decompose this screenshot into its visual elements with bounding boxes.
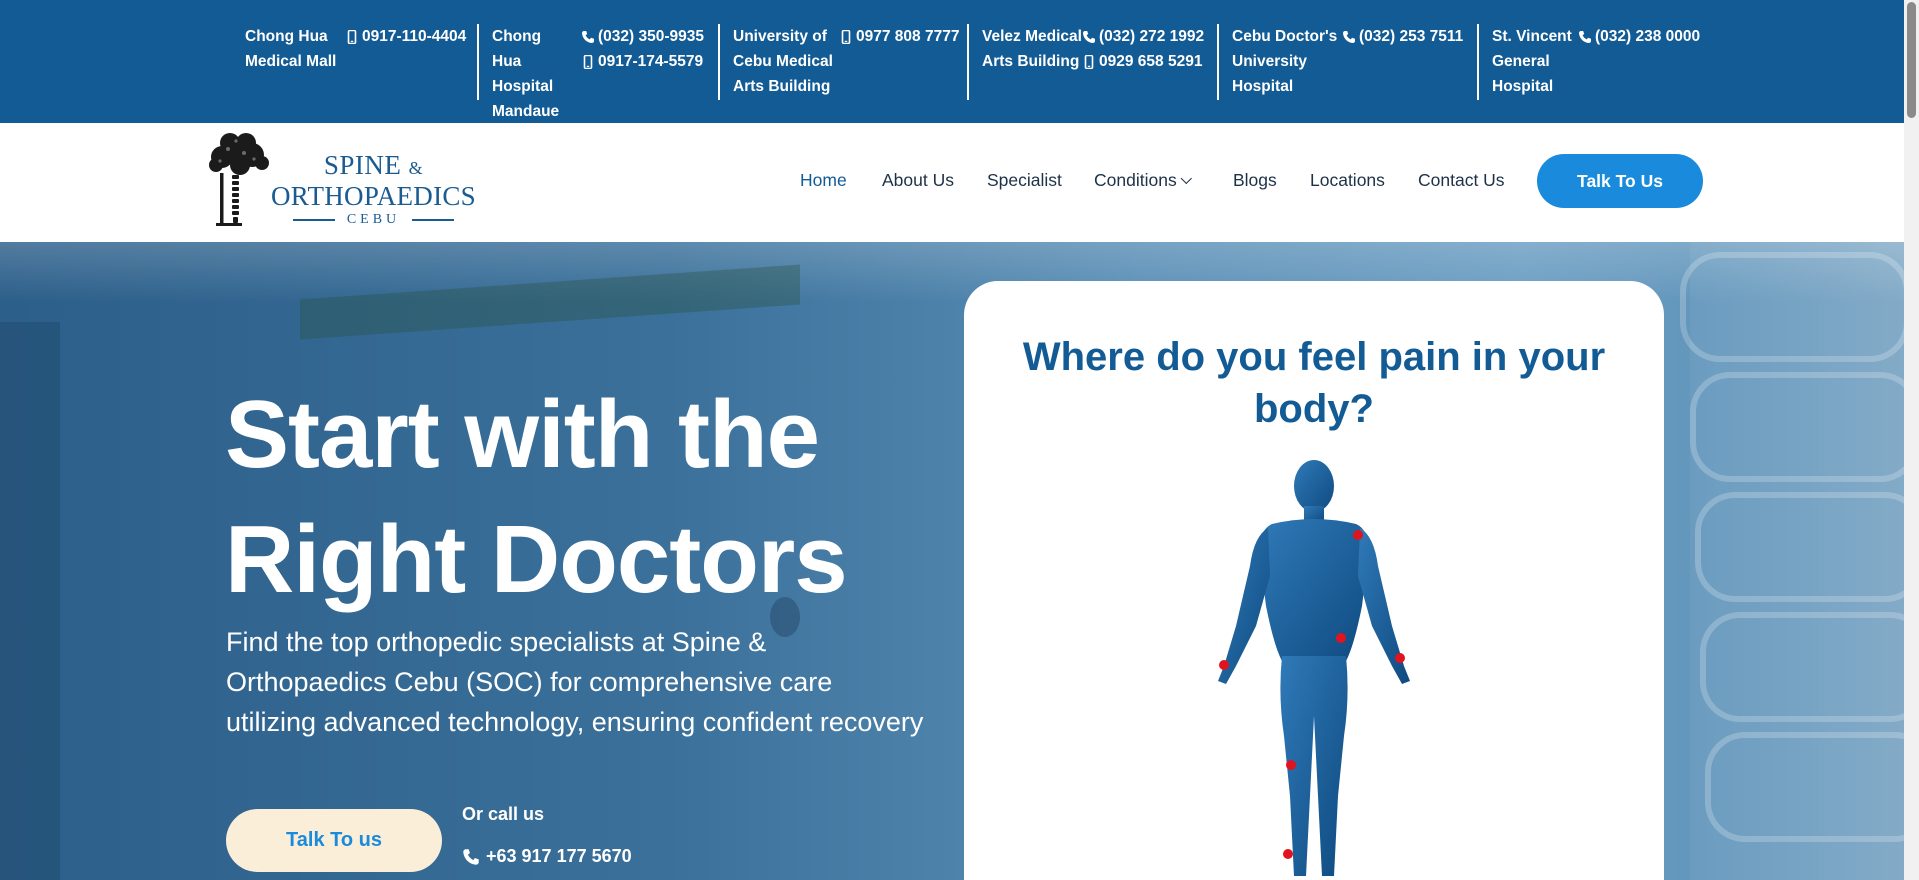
logo-wordmark: SPINE & ORTHOPAEDICS CEBU (270, 150, 477, 227)
location-phone[interactable]: 0929 658 5291 (1082, 49, 1204, 74)
mobile-icon (347, 29, 357, 44)
top-location-bar: Chong Hua Medical Mall 0917-110-4404 Cho… (0, 0, 1904, 123)
location-phone[interactable]: 0977 808 7777 (839, 24, 959, 49)
location-divider (1217, 24, 1219, 100)
hero-phone-link[interactable]: +63 917 177 5670 (462, 846, 632, 867)
site-header: SPINE & ORTHOPAEDICS CEBU Home About Us … (0, 123, 1904, 242)
location-name: Chong Hua Medical Mall (245, 28, 337, 70)
site-logo[interactable]: SPINE & ORTHOPAEDICS CEBU (206, 133, 486, 233)
hero-section: Start with the Right Doctors Find the to… (0, 242, 1904, 880)
hero-title: Start with the Right Doctors (225, 381, 848, 613)
phone-icon (582, 30, 594, 43)
location-name: Velez Medical Arts Building (982, 28, 1082, 70)
human-body-figure (1218, 460, 1410, 876)
pain-marker-ankle[interactable] (1283, 849, 1293, 859)
pain-selector-card: Where do you feel pain in your body? (964, 281, 1664, 880)
location-phone[interactable]: 0917-174-5579 (581, 49, 704, 74)
page-scrollbar[interactable] (1904, 0, 1919, 880)
pain-marker-right-hand[interactable] (1219, 660, 1229, 670)
hero-talk-to-us-button[interactable]: Talk To us (226, 809, 442, 872)
pain-marker-knee[interactable] (1286, 760, 1296, 770)
nav-specialist[interactable]: Specialist (987, 170, 1062, 191)
location-divider (1477, 24, 1479, 100)
talk-to-us-button[interactable]: Talk To Us (1537, 154, 1703, 208)
scrollbar-thumb[interactable] (1907, 2, 1916, 118)
mobile-icon (583, 54, 593, 69)
location-phone[interactable]: (032) 253 7511 (1342, 24, 1463, 49)
phone-icon (1579, 30, 1591, 43)
or-call-label: Or call us (462, 804, 545, 824)
mobile-icon (841, 29, 851, 44)
location-name: St. Vincent General Hospital (1492, 28, 1572, 95)
location-phone[interactable]: (032) 272 1992 (1082, 24, 1204, 49)
nav-contact-us[interactable]: Contact Us (1418, 170, 1505, 191)
pain-marker-shoulder[interactable] (1353, 530, 1363, 540)
phone-icon (1343, 30, 1355, 43)
pain-card-title: Where do you feel pain in your body? (1022, 335, 1606, 431)
location-phone[interactable]: 0917-110-4404 (345, 24, 466, 49)
location-phone[interactable]: (032) 238 0000 (1578, 24, 1700, 49)
nav-locations[interactable]: Locations (1310, 170, 1385, 191)
nav-home[interactable]: Home (800, 170, 847, 191)
location-divider (967, 24, 969, 100)
nav-about-us[interactable]: About Us (882, 170, 954, 191)
phone-icon (463, 848, 479, 865)
location-name: University of Cebu Medical Arts Building (733, 28, 833, 95)
pain-marker-left-wrist[interactable] (1395, 653, 1405, 663)
chevron-down-icon (1180, 172, 1192, 185)
mobile-icon (1084, 54, 1094, 69)
location-phone[interactable]: (032) 350-9935 (581, 24, 704, 49)
location-name: Chong Hua Hospital Mandaue (492, 28, 560, 120)
phone-icon (1083, 30, 1095, 43)
location-divider (477, 24, 479, 100)
location-name: Cebu Doctor's University Hospital (1232, 28, 1338, 95)
nav-conditions[interactable]: Conditions (1094, 170, 1192, 191)
hero-subtitle: Find the top orthopedic specialists at S… (226, 627, 924, 737)
nav-blogs[interactable]: Blogs (1233, 170, 1277, 191)
pain-marker-hip[interactable] (1336, 633, 1346, 643)
location-divider (718, 24, 720, 100)
